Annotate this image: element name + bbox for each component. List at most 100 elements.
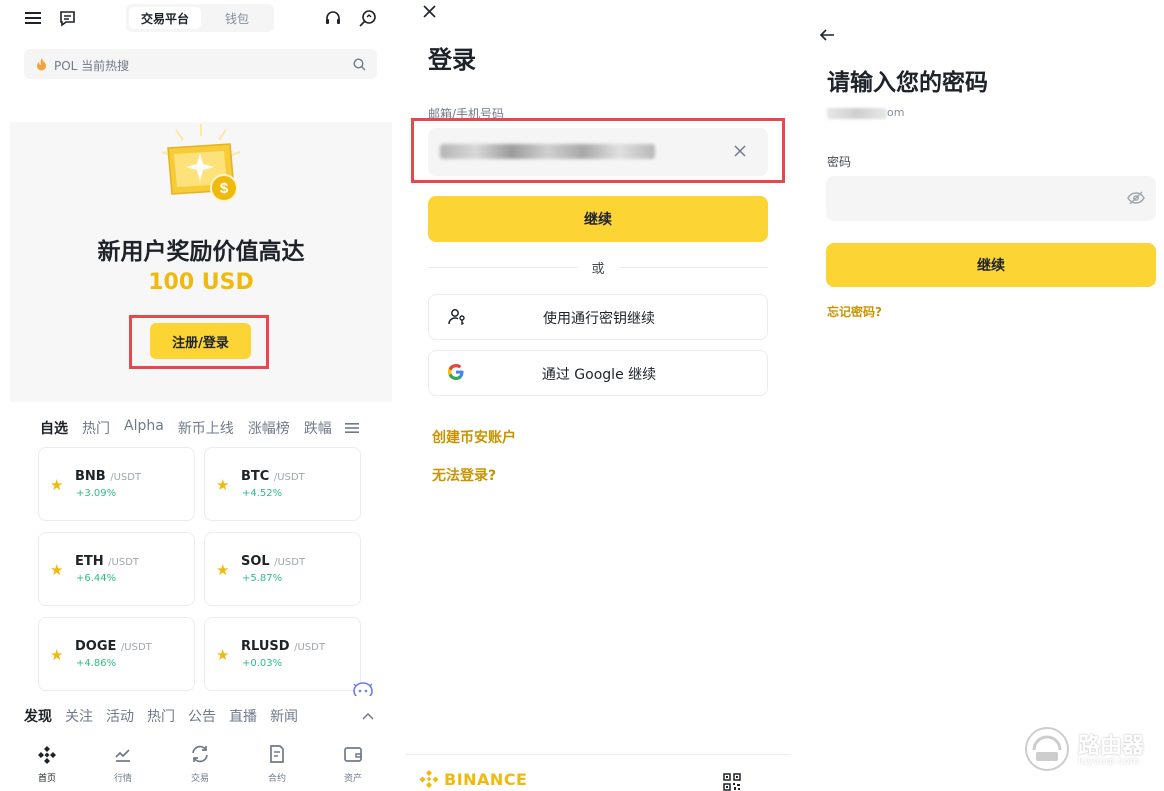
coin-card-eth[interactable]: ★ ETH /USDT +6.44% [38,532,195,606]
tab-live[interactable]: 直播 [229,706,257,726]
footer: BINANCE [405,754,790,791]
nav-assets[interactable]: 资产 [328,744,378,784]
coin-quote: /USDT [120,642,152,653]
tab-events[interactable]: 活动 [106,706,134,726]
tab-wallet[interactable]: 钱包 [204,7,270,29]
close-icon[interactable] [421,3,437,19]
tab-new-listing[interactable]: 新币上线 [178,418,234,438]
tab-gainers[interactable]: 涨幅榜 [248,418,290,438]
tab-losers[interactable]: 跌幅 [304,418,332,438]
password-field[interactable] [826,176,1156,221]
wallet-icon [344,747,362,762]
redacted-email [827,108,887,119]
coin-symbol: BNB [75,469,106,484]
top-bar: 交易平台 钱包 [0,0,400,36]
tab-news[interactable]: 新闻 [270,706,298,726]
email-field[interactable] [428,128,768,176]
password-screen: 请输入您的密码 om 密码 继续 忘记密码? 路由器 luyouqi.com [800,0,1164,791]
tab-hot[interactable]: 热门 [82,418,110,438]
tab-announcements[interactable]: 公告 [188,706,216,726]
coin-card-bnb[interactable]: ★ BNB /USDT +3.09% [38,447,195,521]
promo-amount: 100 USD [148,270,254,295]
or-divider: 或 [428,258,768,277]
coin-card-rlusd[interactable]: ★ RLUSD /USDT +0.03% [204,617,361,691]
star-icon[interactable]: ★ [50,646,63,664]
router-logo-icon [1025,727,1069,771]
register-login-button[interactable]: 注册/登录 [150,323,251,359]
platform-switch: 交易平台 钱包 [126,4,274,32]
coin-change: +4.86% [76,658,117,669]
coin-change: +4.52% [242,488,283,499]
passkey-button[interactable]: 使用通行密钥继续 [428,294,768,340]
contract-icon [270,745,284,763]
cant-login-link[interactable]: 无法登录? [432,465,496,485]
nav-futures[interactable]: 合约 [252,744,302,784]
svg-text:$: $ [220,180,229,197]
coin-quote: /USDT [110,472,142,483]
coin-symbol: DOGE [75,639,117,654]
back-arrow-icon[interactable] [818,27,836,43]
coin-quote: /USDT [294,642,325,653]
redacted-email-value [440,144,655,159]
star-icon[interactable]: ★ [216,476,229,494]
clear-icon[interactable] [730,141,750,161]
search-placeholder: POL 当前热搜 [54,59,130,73]
coin-card-doge[interactable]: ★ DOGE /USDT +4.86% [38,617,195,691]
continue-button[interactable]: 继续 [826,243,1156,287]
tab-follow[interactable]: 关注 [65,706,93,726]
nav-markets[interactable]: 行情 [98,744,148,784]
coin-card-sol[interactable]: ★ SOL /USDT +5.87% [204,532,361,606]
discover-tabs: 发现 关注 活动 热门 公告 直播 新闻 [24,706,298,726]
tab-alpha[interactable]: Alpha [124,418,164,438]
tab-trending[interactable]: 热门 [147,706,175,726]
binance-logo-icon [419,770,439,788]
continue-button[interactable]: 继续 [428,196,768,242]
tab-discover[interactable]: 发现 [24,706,52,726]
coin-quote: /USDT [108,557,140,568]
message-icon[interactable] [56,7,78,29]
coin-card-btc[interactable]: ★ BTC /USDT +4.52% [204,447,361,521]
feedback-icon[interactable] [356,7,378,29]
binance-logo: BINANCE [419,769,527,789]
coin-quote: /USDT [273,472,305,483]
nav-trade[interactable]: 交易 [175,744,225,784]
create-account-link[interactable]: 创建币安账户 [432,427,516,447]
search-icon[interactable] [352,57,366,71]
star-icon[interactable]: ★ [50,561,63,579]
google-button[interactable]: 通过 Google 继续 [428,350,768,396]
star-icon[interactable]: ★ [216,561,229,579]
password-label: 密码 [827,155,852,169]
coin-change: +0.03% [242,658,283,669]
page-title: 请输入您的密码 [827,70,988,96]
bottom-nav: 首页 行情 交易 合约 资产 [10,736,392,791]
chart-icon [115,749,130,762]
page-title: 登录 [428,46,476,74]
market-panel: 自选 热门 Alpha 新币上线 涨幅榜 跌幅 ★ BNB /USDT +3.0… [26,404,376,696]
fire-icon [34,57,48,71]
watermark: 路由器 luyouqi.com [1022,722,1162,774]
search-bar[interactable]: POL 当前热搜 [24,49,377,79]
trade-icon [192,745,208,763]
star-icon[interactable]: ★ [216,646,229,664]
binance-home-icon [38,746,56,764]
reward-ticket-icon: $ [161,124,241,202]
status-bar-icons [1078,0,1148,4]
chevron-up-icon[interactable] [360,708,376,724]
tab-exchange[interactable]: 交易平台 [129,7,201,29]
email-suffix: om [887,106,905,119]
list-menu-icon[interactable] [344,420,360,436]
forgot-password-link[interactable]: 忘记密码? [827,303,882,320]
menu-icon[interactable] [22,8,44,28]
nav-home[interactable]: 首页 [22,744,72,784]
discover-bar: 发现 关注 活动 热门 公告 直播 新闻 [10,696,392,736]
login-screen: 登录 邮箱/手机号码 继续 或 使用通行密钥继续 通过 Google 继续 创建… [405,0,790,791]
market-tabs: 自选 热门 Alpha 新币上线 涨幅榜 跌幅 [40,418,332,438]
star-icon[interactable]: ★ [50,476,63,494]
headset-icon[interactable] [322,7,344,29]
tab-favorites[interactable]: 自选 [40,418,68,438]
qr-code-icon[interactable] [723,773,741,791]
eye-off-icon[interactable] [1126,189,1146,207]
coin-symbol: RLUSD [241,639,290,654]
coin-change: +6.44% [76,573,117,584]
promo-title: 新用户奖励价值高达 [97,239,305,265]
